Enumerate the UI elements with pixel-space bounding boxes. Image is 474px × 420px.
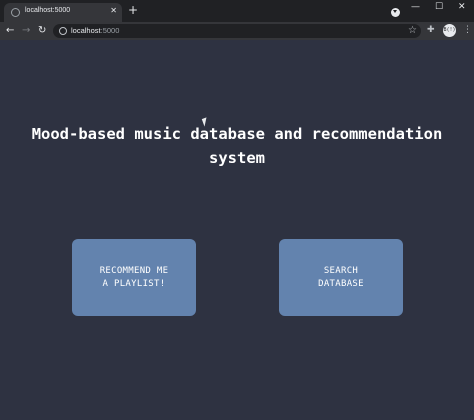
- profile-avatar[interactable]: B(!): [443, 24, 456, 37]
- browser-tab[interactable]: localhost:5000 ✕: [4, 3, 122, 22]
- search-database-label: SEARCH DATABASE: [318, 265, 364, 289]
- recommend-playlist-label: RECOMMEND ME A PLAYLIST!: [99, 265, 169, 289]
- new-tab-button[interactable]: +: [128, 4, 138, 16]
- search-database-button[interactable]: SEARCH DATABASE: [279, 239, 403, 316]
- menu-icon[interactable]: ⋮: [463, 24, 472, 37]
- info-icon[interactable]: [59, 27, 67, 35]
- reload-button[interactable]: ↻: [38, 24, 46, 37]
- globe-icon: [11, 8, 20, 17]
- maximize-button[interactable]: ☐: [435, 2, 443, 12]
- page-content: Mood-based music database and recommenda…: [0, 40, 474, 420]
- browser-tab-strip: localhost:5000 ✕ + — ☐ ✕: [0, 0, 474, 22]
- window-close-button[interactable]: ✕: [458, 2, 466, 12]
- minimize-button[interactable]: —: [411, 2, 420, 12]
- page-title: Mood-based music database and recommenda…: [31, 125, 443, 167]
- browser-toolbar: ← → ↻ localhost:5000 ☆ ✚ ⋮: [0, 22, 474, 40]
- url-text: localhost:5000: [71, 26, 119, 35]
- tab-close-icon[interactable]: ✕: [110, 6, 117, 16]
- url-port: :5000: [100, 26, 120, 35]
- forward-button[interactable]: →: [22, 24, 30, 37]
- tab-search-icon[interactable]: [391, 8, 400, 17]
- address-bar[interactable]: localhost:5000 ☆: [53, 24, 421, 38]
- tab-title: localhost:5000: [25, 7, 71, 14]
- bookmark-star-icon[interactable]: ☆: [408, 24, 417, 37]
- url-host: localhost: [71, 26, 101, 35]
- extensions-icon[interactable]: ✚: [427, 24, 435, 37]
- recommend-playlist-button[interactable]: RECOMMEND ME A PLAYLIST!: [72, 239, 196, 316]
- back-button[interactable]: ←: [6, 24, 14, 37]
